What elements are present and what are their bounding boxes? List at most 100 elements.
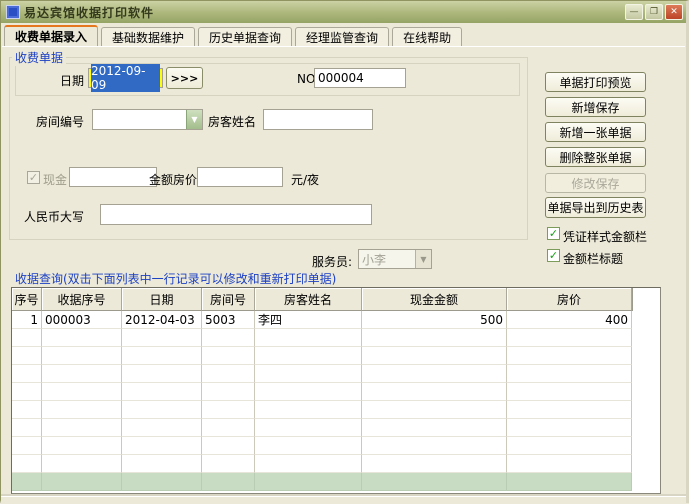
- table-empty-cell: [42, 419, 122, 437]
- column-header[interactable]: 房客姓名: [255, 288, 362, 311]
- app-window: 易达宾馆收据打印软件 — ❐ ✕ 收费单据录入 基础数据维护 历史单据查询 经理…: [0, 0, 689, 503]
- column-header[interactable]: 房间号: [202, 288, 255, 311]
- column-header[interactable]: 序号: [12, 288, 42, 311]
- column-header[interactable]: 收据序号: [42, 288, 122, 311]
- table-empty-cell: [42, 455, 122, 473]
- table-empty-cell: [12, 329, 42, 347]
- date-value-selected: 2012-09-09: [91, 64, 160, 92]
- table-empty-cell: [202, 419, 255, 437]
- table-row[interactable]: 1 000003 2012-04-03 5003 李四 500 400: [12, 311, 660, 329]
- table-empty-cell: [507, 401, 632, 419]
- receipt-no-input[interactable]: [314, 68, 406, 88]
- table-empty-cell: [122, 365, 202, 383]
- maximize-icon[interactable]: ❐: [645, 4, 663, 20]
- tab-receipt-entry[interactable]: 收费单据录入: [4, 25, 98, 46]
- save-new-button[interactable]: 新增保存: [545, 97, 646, 117]
- table-empty-cell: [12, 401, 42, 419]
- chevron-down-icon: ▼: [415, 250, 431, 268]
- export-history-button[interactable]: 单据导出到历史表: [545, 197, 646, 218]
- cell-cash-amount: 500: [362, 311, 507, 329]
- table-empty-cell: [202, 455, 255, 473]
- room-no-value: [93, 110, 186, 129]
- waiter-combo[interactable]: 小李 ▼: [358, 249, 432, 269]
- table-empty-cell: [12, 419, 42, 437]
- voucher-style-checkbox[interactable]: ✓: [547, 227, 560, 240]
- table-empty-cell: [122, 437, 202, 455]
- table-empty-cell: [42, 401, 122, 419]
- receipt-no-label: NO: [297, 72, 315, 86]
- date-label: 日期: [60, 72, 84, 89]
- table-empty-cell: [42, 365, 122, 383]
- tab-online-help[interactable]: 在线帮助: [392, 27, 462, 46]
- minimize-icon[interactable]: —: [625, 4, 643, 20]
- table-empty-cell: [122, 383, 202, 401]
- table-empty-cell: [255, 365, 362, 383]
- table-empty-row: [12, 347, 660, 365]
- table-empty-cell: [507, 419, 632, 437]
- room-no-combo[interactable]: ▼: [92, 109, 203, 130]
- table-empty-cell: [42, 437, 122, 455]
- price-input[interactable]: [197, 167, 283, 187]
- cell-date: 2012-04-03: [122, 311, 202, 329]
- table-empty-cell: [507, 383, 632, 401]
- print-preview-button[interactable]: 单据打印预览: [545, 72, 646, 92]
- tab-base-data[interactable]: 基础数据维护: [101, 27, 195, 46]
- close-icon[interactable]: ✕: [665, 4, 683, 20]
- tab-panel-edge: [2, 46, 685, 47]
- date-picker-button[interactable]: >>>: [166, 67, 203, 89]
- table-empty-cell: [202, 347, 255, 365]
- table-empty-cell: [632, 437, 660, 455]
- tab-manager-query[interactable]: 经理监管查询: [295, 27, 389, 46]
- table-empty-cell: [255, 419, 362, 437]
- table-empty-row: [12, 365, 660, 383]
- table-empty-cell: [122, 329, 202, 347]
- table-empty-row: [12, 383, 660, 401]
- guest-name-input[interactable]: [263, 109, 373, 130]
- table-empty-cell: [507, 365, 632, 383]
- price-label: 房价: [173, 171, 197, 188]
- column-header[interactable]: 现金金额: [362, 288, 507, 311]
- table-empty-cell: [202, 401, 255, 419]
- table-empty-cell: [362, 455, 507, 473]
- new-receipt-button[interactable]: 新增一张单据: [545, 122, 646, 142]
- guest-name-label: 房客姓名: [208, 113, 256, 130]
- table-empty-cell: [362, 437, 507, 455]
- table-empty-cell: [42, 347, 122, 365]
- table-empty-cell: [632, 401, 660, 419]
- table-empty-cell: [12, 437, 42, 455]
- date-input[interactable]: 2012-09-09: [88, 68, 163, 88]
- cash-amount-input[interactable]: [69, 167, 157, 187]
- title-bar: 易达宾馆收据打印软件 — ❐ ✕: [1, 1, 686, 23]
- table-empty-cell: [202, 383, 255, 401]
- cash-checkbox[interactable]: ✓: [27, 171, 40, 184]
- delete-receipt-button[interactable]: 删除整张单据: [545, 147, 646, 167]
- amount-label: 金额: [149, 171, 173, 188]
- table-empty-cell: [507, 329, 632, 347]
- save-edit-button: 修改保存: [545, 173, 646, 193]
- amount-title-checkbox[interactable]: ✓: [547, 249, 560, 262]
- waiter-label: 服务员:: [312, 253, 352, 270]
- tab-history-query[interactable]: 历史单据查询: [198, 27, 292, 46]
- table-empty-row: [12, 437, 660, 455]
- table-empty-cell: [255, 401, 362, 419]
- table-empty-cell: [362, 347, 507, 365]
- table-empty-cell: [632, 365, 660, 383]
- rmb-words-input[interactable]: [100, 204, 372, 225]
- cell-filler: [632, 311, 660, 329]
- chevron-down-icon[interactable]: ▼: [186, 110, 202, 129]
- table-empty-row: [12, 401, 660, 419]
- column-header[interactable]: 日期: [122, 288, 202, 311]
- table-empty-row: [12, 455, 660, 473]
- table-highlight-row: [12, 473, 660, 491]
- table-empty-cell: [202, 365, 255, 383]
- table-empty-cell: [362, 365, 507, 383]
- table-empty-cell: [255, 329, 362, 347]
- table-empty-cell: [255, 437, 362, 455]
- table-empty-cell: [632, 329, 660, 347]
- cell-guest-name: 李四: [255, 311, 362, 329]
- room-no-label: 房间编号: [36, 113, 84, 130]
- column-header-filler: [632, 288, 660, 311]
- column-header[interactable]: 房价: [507, 288, 632, 311]
- table-empty-cell: [122, 455, 202, 473]
- receipt-table[interactable]: 序号 收据序号 日期 房间号 房客姓名 现金金额 房价 1 000003 201…: [11, 287, 661, 494]
